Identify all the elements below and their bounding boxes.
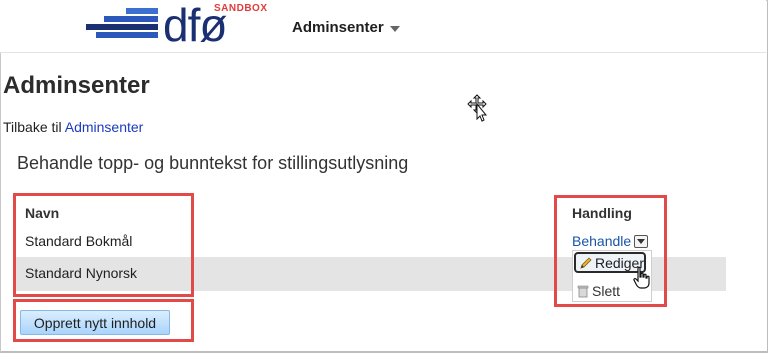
chevron-down-icon bbox=[389, 25, 400, 32]
breadcrumb: Tilbake til Adminsenter bbox=[3, 119, 143, 135]
sandbox-badge: SANDBOX bbox=[214, 3, 268, 14]
adminsenter-menu-label: Adminsenter bbox=[292, 19, 384, 36]
highlight-create-button bbox=[13, 299, 194, 342]
adminsenter-menu[interactable]: Adminsenter bbox=[292, 19, 400, 36]
dfo-logo-mark bbox=[86, 8, 158, 44]
highlight-action-column bbox=[554, 195, 667, 307]
top-bar: dfø SANDBOX Adminsenter bbox=[0, 0, 766, 53]
page-title: Adminsenter bbox=[3, 72, 150, 99]
highlight-name-column bbox=[13, 193, 194, 297]
move-cursor-icon bbox=[467, 94, 488, 122]
back-link[interactable]: Adminsenter bbox=[65, 119, 144, 135]
section-title: Behandle topp- og bunntekst for stilling… bbox=[17, 153, 409, 173]
back-prefix: Tilbake til bbox=[3, 119, 62, 135]
